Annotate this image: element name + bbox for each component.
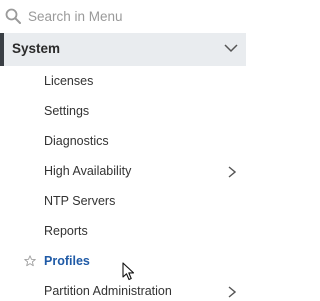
menu-item-label: Diagnostics: [44, 134, 109, 148]
section-title: System: [12, 41, 61, 56]
menu-item-label: NTP Servers: [44, 194, 116, 208]
mouse-cursor-icon: [122, 262, 135, 281]
menu-item-high-availability[interactable]: High Availability: [0, 157, 246, 187]
chevron-right-icon[interactable]: [228, 166, 236, 178]
search-icon: [5, 8, 21, 24]
menu-item-reports[interactable]: Reports: [0, 217, 246, 247]
chevron-right-icon[interactable]: [228, 286, 236, 298]
menu-item-settings[interactable]: Settings: [0, 97, 246, 127]
menu-item-diagnostics[interactable]: Diagnostics: [0, 127, 246, 157]
menu-item-licenses[interactable]: Licenses: [0, 67, 246, 97]
menu-item-label: High Availability: [44, 164, 132, 178]
menu-item-label: Licenses: [44, 74, 94, 88]
star-icon[interactable]: [24, 255, 36, 267]
search-input[interactable]: [28, 5, 238, 27]
chevron-down-icon[interactable]: [224, 43, 238, 53]
menu-item-label: Settings: [44, 104, 90, 118]
section-header-system[interactable]: System: [0, 33, 246, 66]
menu-item-label: Reports: [44, 224, 88, 238]
menu-item-label: Profiles: [44, 254, 90, 268]
menu-item-label: Partition Administration: [44, 284, 172, 298]
menu-search-bar: [0, 0, 246, 33]
navigation-menu-panel: System Licenses Settings Diagnostics Hig…: [0, 0, 246, 301]
menu-item-ntp-servers[interactable]: NTP Servers: [0, 187, 246, 217]
